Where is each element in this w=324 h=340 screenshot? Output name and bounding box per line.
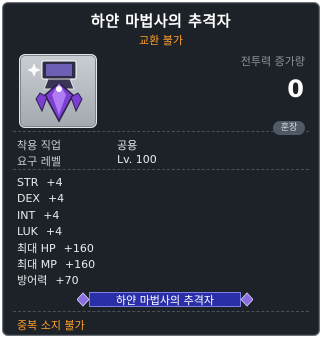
item-tooltip: 하얀 마법사의 추격자 교환 불가 전투력 증가량 0 훈장 착용 직업 공용 … <box>2 2 320 336</box>
stat-max-hp: 최대 HP +160 <box>17 241 94 255</box>
stat-luk: LUK +4 <box>17 225 63 239</box>
medal-badge: 훈장 <box>273 121 305 135</box>
divider <box>13 131 309 132</box>
stat-defense: 방어력 +70 <box>17 274 79 288</box>
stat-dex: DEX +4 <box>17 192 65 206</box>
combat-power-value: 0 <box>287 75 304 103</box>
set-name-banner: 하얀 마법사의 추격자 <box>89 292 241 307</box>
stat-max-mp: 최대 MP +160 <box>17 258 96 272</box>
set-banner-left-ornament-icon <box>77 292 89 307</box>
item-icon-frame <box>19 54 97 128</box>
requirement-level: 요구 레벨 Lv. 100 <box>17 153 157 169</box>
stat-list: STR +4 DEX +4 INT +4 LUK +4 최대 HP +160 최대 MP +… <box>17 175 95 290</box>
requirement-label: 착용 직업 <box>17 139 61 152</box>
trade-status: 교환 불가 <box>139 34 183 47</box>
requirement-value: Lv. 100 <box>117 153 157 166</box>
divider <box>13 169 309 170</box>
requirement-value: 공용 <box>117 139 138 152</box>
item-name: 하얀 마법사의 추격자 <box>90 12 232 30</box>
requirement-label: 요구 레벨 <box>17 155 61 168</box>
requirement-job: 착용 직업 공용 <box>17 137 137 153</box>
unique-notice: 중복 소지 불가 <box>17 319 85 332</box>
stat-str: STR +4 <box>17 176 63 189</box>
stat-int: INT +4 <box>17 208 60 222</box>
combat-power-label: 전투력 증가량 <box>240 55 305 68</box>
white-mage-chaser-medal-icon <box>28 60 83 123</box>
set-banner-right-ornament-icon <box>241 292 253 307</box>
divider <box>13 311 309 312</box>
